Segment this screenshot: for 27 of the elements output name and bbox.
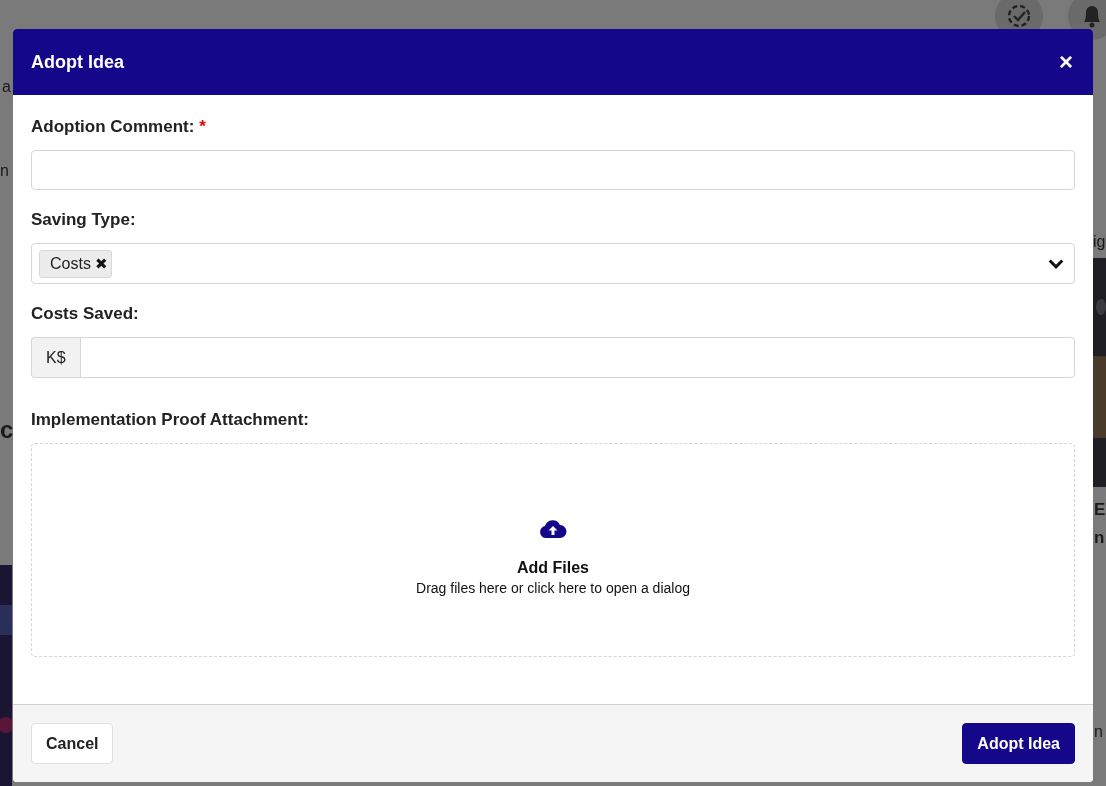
background-text: n <box>0 162 9 180</box>
background-text: c <box>0 416 14 444</box>
dialog-title: Adopt Idea <box>31 51 124 73</box>
field-label: Costs Saved: <box>31 304 139 324</box>
background-text: n <box>1094 723 1103 741</box>
dropzone-title: Add Files <box>517 558 589 577</box>
file-dropzone[interactable]: Add Files Drag files here or click here to open a dialog <box>31 443 1075 657</box>
dropzone-hint: Drag files here or click here to open a dialog <box>416 579 690 596</box>
field-label: Saving Type: <box>31 210 136 230</box>
input-field[interactable] <box>31 150 1075 190</box>
cancel-button[interactable]: Cancel <box>31 723 114 764</box>
cloud-upload-icon[interactable] <box>539 518 567 539</box>
background-text: E <box>1094 500 1106 520</box>
input-field[interactable] <box>79 337 1075 378</box>
remove-icon[interactable]: ✖ <box>94 254 108 273</box>
background-text: ig <box>1093 233 1106 251</box>
currency-addon: K$ <box>31 337 80 378</box>
background-text: a <box>2 78 11 96</box>
required-mark: * <box>199 117 206 137</box>
adopt-button[interactable]: Adopt Idea <box>962 723 1075 764</box>
field-label: Adoption Comment: <box>31 117 195 137</box>
select-field[interactable]: Costs ✖ <box>31 243 1075 284</box>
field-label: Implementation Proof Attachment: <box>31 410 309 430</box>
close-button[interactable]: × <box>1057 50 1075 74</box>
tag-label: Costs <box>50 254 91 273</box>
background-text: n <box>1094 528 1105 548</box>
chevron-down-icon[interactable] <box>1048 257 1064 270</box>
